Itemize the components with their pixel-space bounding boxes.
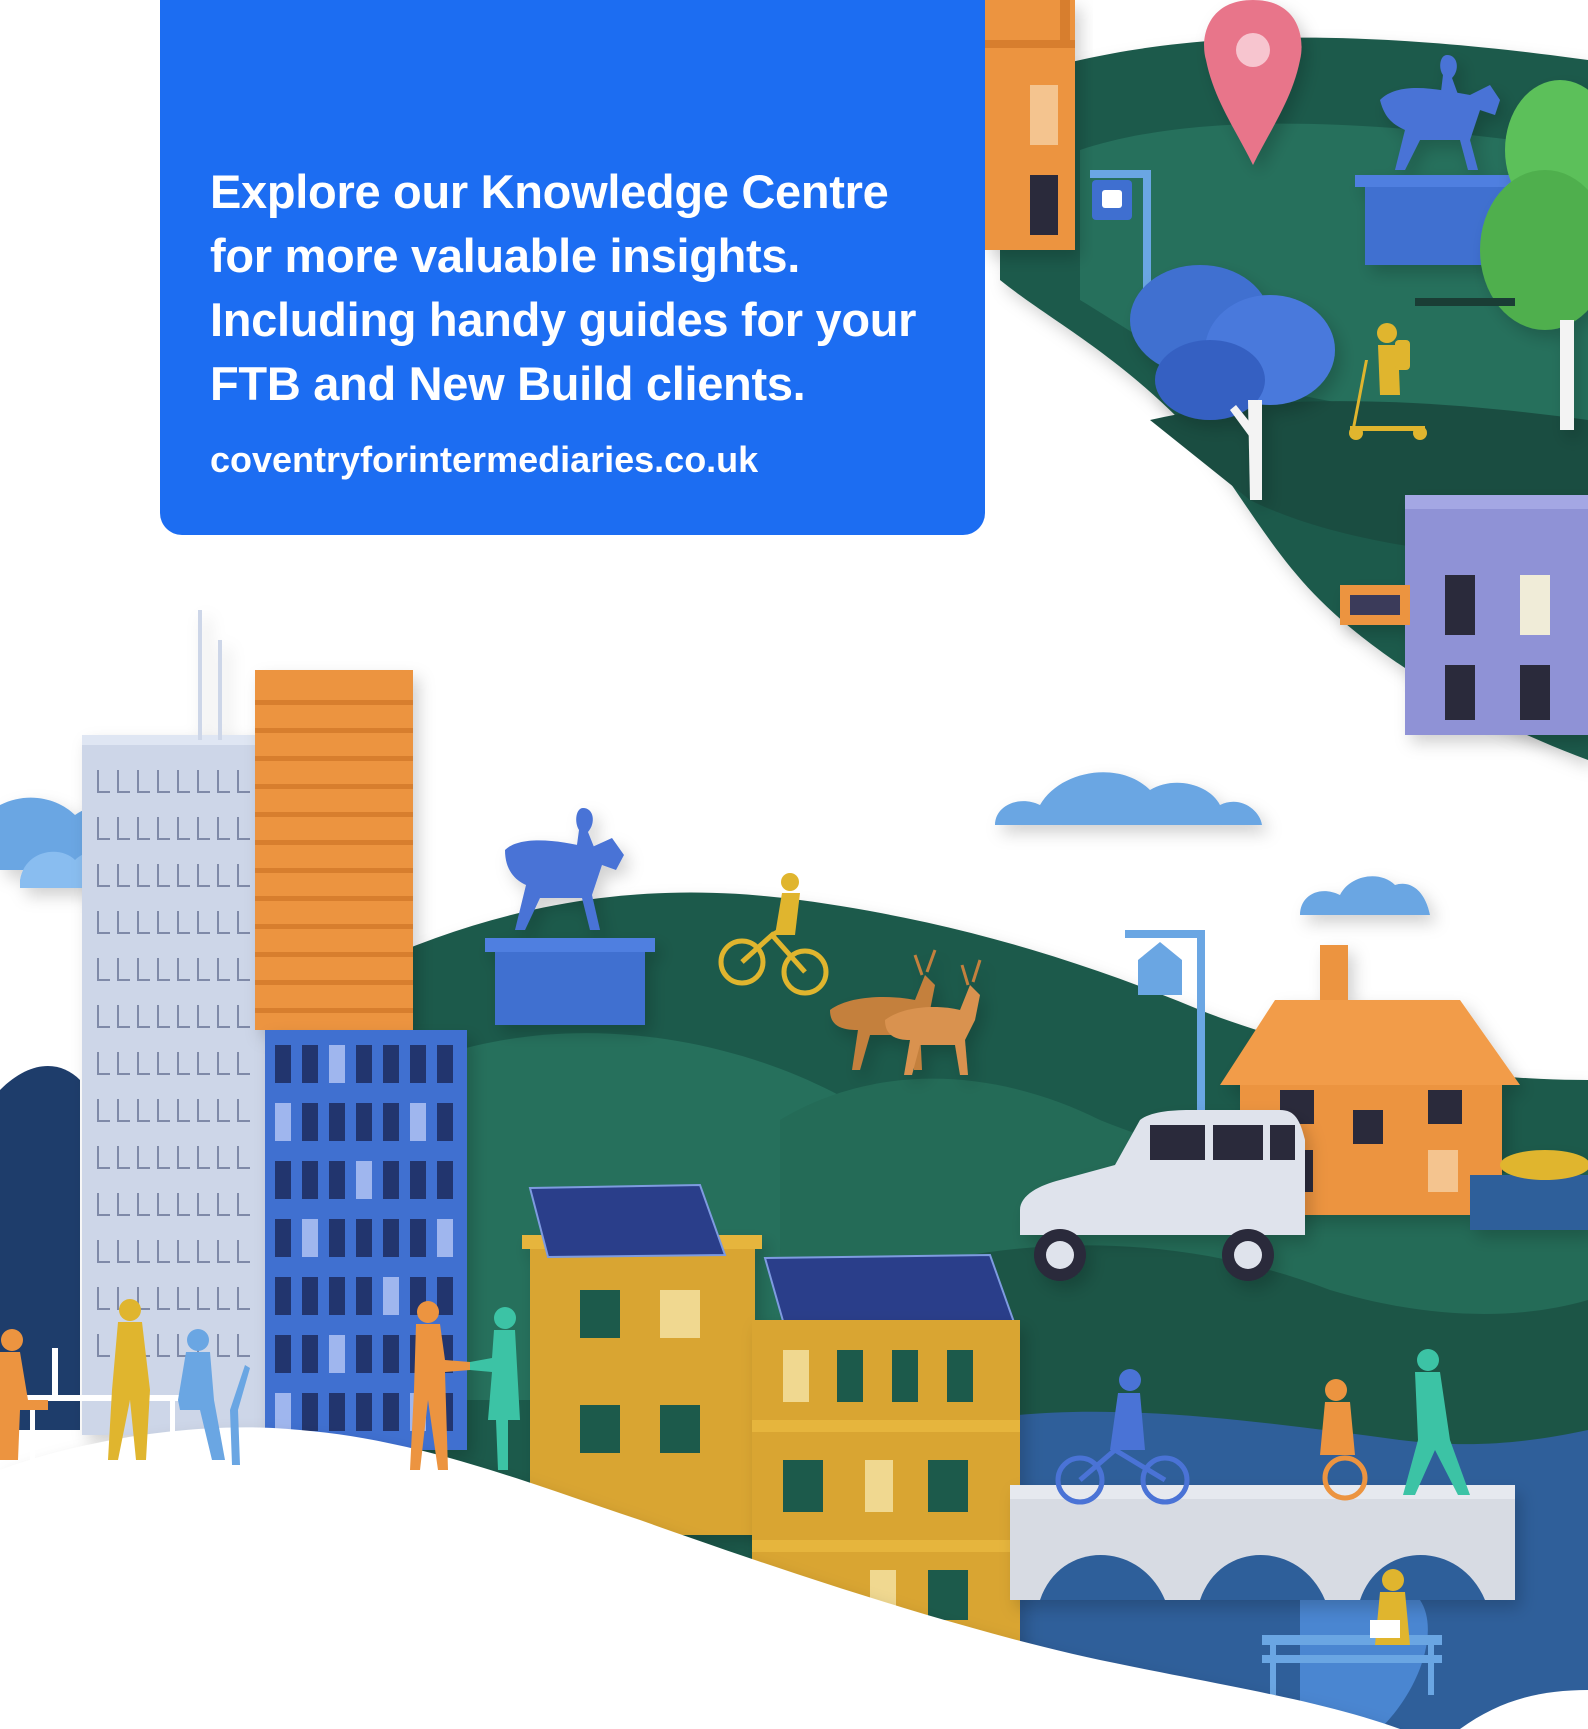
office-window <box>275 1219 291 1257</box>
tower-band <box>255 1008 413 1013</box>
office-window <box>410 1045 426 1083</box>
office-window <box>356 1161 372 1199</box>
office-window <box>302 1335 318 1373</box>
office-window <box>275 1335 291 1373</box>
tower-band <box>255 784 413 789</box>
office-window <box>329 1393 345 1431</box>
office-window <box>383 1219 399 1257</box>
office-window <box>356 1045 372 1083</box>
tower-band <box>255 840 413 845</box>
promo-heading-line: Including handy guides for your <box>210 293 917 346</box>
tower-band <box>255 756 413 761</box>
office-window <box>275 1161 291 1199</box>
office-window <box>275 1045 291 1083</box>
promo-heading-line: FTB and New Build clients. <box>210 357 806 410</box>
office-window <box>302 1103 318 1141</box>
office-window <box>356 1393 372 1431</box>
office-window <box>329 1103 345 1141</box>
office-window <box>437 1161 453 1199</box>
tower-band <box>255 868 413 873</box>
office-window <box>437 1277 453 1315</box>
office-window <box>275 1277 291 1315</box>
tower-band <box>255 952 413 957</box>
office-window <box>275 1103 291 1141</box>
office-window <box>410 1161 426 1199</box>
tower-band <box>255 728 413 733</box>
office-window <box>383 1045 399 1083</box>
upper-right-scene <box>985 0 1588 761</box>
bench-upper <box>1415 298 1515 306</box>
tower-band <box>255 700 413 705</box>
office-window <box>437 1045 453 1083</box>
promo-heading-line: for more valuable insights. <box>210 229 800 282</box>
office-window <box>437 1219 453 1257</box>
knowledge-centre-link[interactable]: coventryforintermediaries.co.uk <box>210 436 945 484</box>
office-window <box>275 1393 291 1431</box>
mustard-building-left <box>522 1235 762 1535</box>
promo-card: Explore our Knowledge Centre for more va… <box>160 0 985 535</box>
office-window <box>383 1103 399 1141</box>
office-window <box>329 1045 345 1083</box>
office-window <box>410 1103 426 1141</box>
office-window <box>302 1045 318 1083</box>
office-window <box>329 1277 345 1315</box>
office-window <box>356 1335 372 1373</box>
office-window <box>356 1219 372 1257</box>
office-window <box>329 1335 345 1373</box>
tower-band <box>255 812 413 817</box>
office-window <box>383 1277 399 1315</box>
office-window <box>302 1393 318 1431</box>
orange-terrace-building <box>985 0 1075 250</box>
office-window <box>383 1335 399 1373</box>
office-window <box>302 1277 318 1315</box>
office-window <box>302 1219 318 1257</box>
promo-heading-line: Explore our Knowledge Centre <box>210 165 889 218</box>
office-window <box>302 1161 318 1199</box>
tower-band <box>255 980 413 985</box>
office-window <box>329 1161 345 1199</box>
tower-band <box>255 924 413 929</box>
orange-tower <box>255 670 413 1030</box>
promo-heading: Explore our Knowledge Centre for more va… <box>210 160 945 416</box>
office-window <box>410 1219 426 1257</box>
office-window <box>383 1161 399 1199</box>
office-window <box>329 1219 345 1257</box>
tower-band <box>255 896 413 901</box>
office-window <box>356 1277 372 1315</box>
office-window <box>383 1393 399 1431</box>
office-window <box>356 1103 372 1141</box>
office-window <box>437 1103 453 1141</box>
